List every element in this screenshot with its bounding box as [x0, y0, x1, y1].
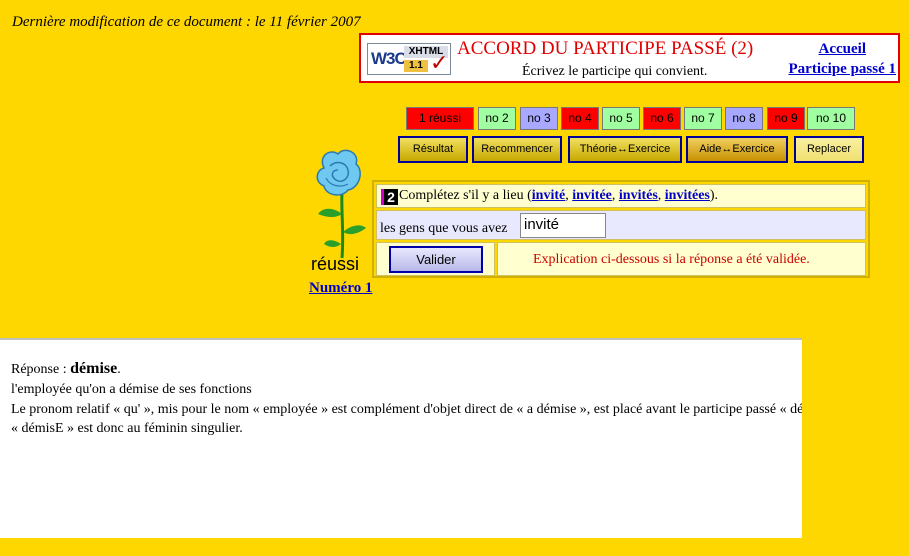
choice-link-invitee[interactable]: invitée	[572, 188, 612, 203]
instruction-row: 2 Complétez s'il y a lieu (invité, invit…	[376, 184, 866, 208]
question-button-4[interactable]: no 4	[561, 107, 599, 130]
question-button-9[interactable]: no 9	[767, 107, 805, 130]
question-button-8[interactable]: no 8	[725, 107, 763, 130]
response-label: Réponse :	[11, 362, 71, 377]
last-modified-text: Dernière modification de ce document : l…	[12, 14, 361, 30]
theorie-exercice-button[interactable]: Théorie↔Exercice	[568, 136, 682, 163]
question-button-10[interactable]: no 10	[807, 107, 855, 130]
nav-link-accueil[interactable]: Accueil	[819, 41, 866, 58]
question-number-link[interactable]: Numéro 1	[309, 280, 372, 297]
validate-cell: Valider	[376, 242, 495, 276]
recommencer-button[interactable]: Recommencer	[472, 136, 562, 163]
w3c-logo-text: W3C	[371, 49, 407, 68]
header-box: W3C XHTML 1.1 ✓ ACCORD DU PARTICIPE PASS…	[359, 33, 900, 83]
response-answer: démise	[70, 360, 118, 377]
question-button-3[interactable]: no 3	[520, 107, 558, 130]
answer-input[interactable]: invité	[520, 213, 606, 238]
explanation-note-cell: Explication ci-dessous si la réponse a é…	[497, 242, 866, 276]
question-number-badge: 2	[381, 189, 398, 205]
w3c-xhtml-badge[interactable]: W3C XHTML 1.1 ✓	[367, 43, 451, 75]
exercise-panel: 2 Complétez s'il y a lieu (invité, invit…	[372, 180, 870, 278]
checkmark-icon: ✓	[430, 51, 449, 76]
response-explanation-1: Le pronom relatif « qu' », mis pour le n…	[11, 402, 802, 417]
question-button-1[interactable]: 1 réussi	[406, 107, 474, 130]
aide-exercice-button[interactable]: Aide↔Exercice	[686, 136, 788, 163]
nav-link-participe-passe-1[interactable]: Participe passé 1	[789, 61, 896, 78]
question-button-5[interactable]: no 5	[602, 107, 640, 130]
question-button-7[interactable]: no 7	[684, 107, 722, 130]
response-explanation-2: « démisE » est donc au féminin singulier…	[11, 421, 243, 436]
response-answer-line: Réponse : démise.	[11, 360, 121, 378]
sentence-prompt: les gens que vous avez	[380, 221, 508, 236]
instruction-suffix: ).	[709, 188, 719, 203]
response-example: l'employée qu'on a démise de ses fonctio…	[11, 382, 252, 397]
question-button-2[interactable]: no 2	[478, 107, 516, 130]
resultat-button[interactable]: Résultat	[398, 136, 468, 163]
validate-button[interactable]: Valider	[389, 246, 483, 273]
instruction-text: Complétez s'il y a lieu (invité, invitée…	[399, 188, 719, 203]
explanation-note: Explication ci-dessous si la réponse a é…	[533, 252, 810, 267]
instruction-prefix: Complétez s'il y a lieu (	[399, 188, 532, 203]
page-subtitle: Écrivez le participe qui convient.	[522, 64, 708, 79]
response-panel: Réponse : démise. l'employée qu'on a dém…	[0, 338, 802, 538]
question-button-6[interactable]: no 6	[643, 107, 681, 130]
page-title: ACCORD DU PARTICIPE PASSÉ (2)	[457, 38, 754, 59]
replacer-button[interactable]: Replacer	[794, 136, 864, 163]
rose-icon	[316, 149, 366, 259]
xhtml-version: 1.1	[404, 60, 428, 72]
choice-link-invite[interactable]: invité	[532, 188, 565, 203]
choice-link-invitees[interactable]: invitées	[665, 188, 710, 203]
answer-row: les gens que vous avez invité	[376, 210, 866, 240]
response-answer-end: .	[117, 362, 121, 377]
success-status-label: réussi	[311, 254, 360, 274]
choice-link-invites[interactable]: invités	[619, 188, 658, 203]
